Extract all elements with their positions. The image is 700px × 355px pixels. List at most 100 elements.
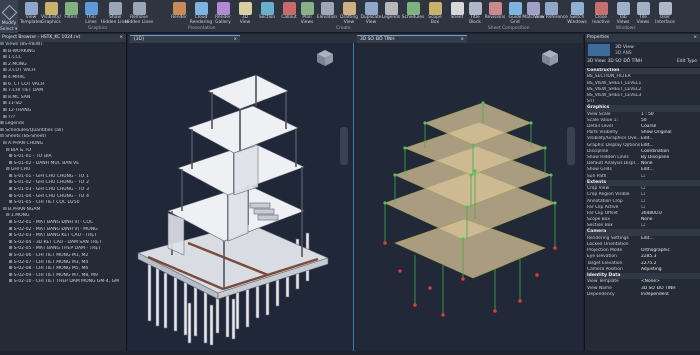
close-icon[interactable]: × (693, 34, 697, 42)
tab-3d[interactable]: {3D} × (130, 35, 240, 43)
tree-item[interactable]: ⊞ 8.MC SAN (0, 95, 127, 102)
ribbon-scope-box-button[interactable]: Scope Box (424, 2, 446, 25)
ribbon-tool-label: Sheet (450, 15, 464, 20)
tree-item[interactable]: ⊟ Sheets (BS-Sheet) (0, 134, 127, 141)
ribbon-switch-windows-button[interactable]: Switch Windows (566, 2, 588, 25)
tree-item[interactable]: ⊞ S-02-07 - CHI TIẾT MÓNG M3, M4 (0, 260, 127, 267)
ribbon-tool-label: Visibility/ Graphics (41, 15, 61, 25)
ribbon-view-reference-button[interactable]: View Reference (534, 2, 568, 21)
tree-item[interactable]: ⊞ Legends (0, 121, 127, 128)
tree-item[interactable]: ⊟ BÌA & TỜ (0, 148, 127, 155)
ribbon-duplicate-view-button[interactable]: Duplicate View (360, 2, 382, 25)
ribbon-revisions-button[interactable]: Revisions (484, 2, 506, 21)
tree-item[interactable]: ⊞ 12-THANG (0, 108, 127, 115)
tree-item[interactable]: ⊞ S-01-03 - GHI CHÚ CHUNG - TỜ 3 (0, 187, 127, 194)
ribbon-tool-label: Close Inactive (592, 15, 610, 25)
tree-item[interactable]: ⊞ 4.MRRC (0, 75, 127, 82)
tree-item[interactable]: ⊟ GHI CHÚ (0, 167, 127, 174)
property-value[interactable]: Adjusting (641, 267, 700, 273)
property-row[interactable]: Sun Path ☐ (585, 174, 700, 180)
tree-item[interactable]: ⊞ 2.MONG (0, 62, 127, 69)
tab-3d-so-do-tinh[interactable]: 3D SƠ ĐỒ TÍNH × (357, 35, 467, 43)
ribbon-thin-lines-button[interactable]: Thin Lines (80, 2, 102, 25)
type-selector[interactable]: 3D View 3D ANS 3D View: 3D SƠ ĐỒ TÍNH Ed… (585, 42, 700, 68)
tree-item[interactable]: ⊞ S-01-01 - TỜ BÌA (0, 154, 127, 161)
edit-type-button[interactable]: Edit Type (677, 59, 697, 64)
ribbon-legends-button[interactable]: Legends (380, 2, 402, 21)
instance-selector[interactable]: 3D View: 3D SƠ ĐỒ TÍNH (587, 59, 642, 64)
tree-item[interactable]: ⊞ S-01-02 - DANH MỤC BẢN VẼ (0, 161, 127, 168)
tree-item[interactable]: ⊞ 7.CHI TIET DAM (0, 88, 127, 95)
ribbon-3d-view-button[interactable]: 3D View (234, 2, 256, 25)
property-value[interactable]: ☐ (641, 223, 700, 229)
ribbon-visibility-graphics-button[interactable]: Visibility/ Graphics (40, 2, 62, 25)
ribbon-tool-label: Filters (64, 15, 78, 20)
viewcube-icon[interactable] (541, 49, 559, 67)
tree-item[interactable]: ⊞ 11-SD (0, 101, 127, 108)
ribbon-tool-label: Drafting View (340, 15, 358, 25)
ribbon-tile-views-button[interactable]: Tile Views (632, 2, 654, 25)
ribbon-filters-button[interactable]: Filters (60, 2, 82, 21)
group-graphics: Graphics (88, 26, 108, 31)
tree-item[interactable]: ⊟ B.PHẦN NGẦM (0, 207, 127, 214)
tree-item[interactable]: ⊞ S-01-05 - CHI TIẾT CỌC D250 (0, 200, 127, 207)
tree-item[interactable]: ⊞ S-01-04 - GHI CHÚ CHUNG - TỜ 4 (0, 194, 127, 201)
ribbon-plan-views-button[interactable]: Plan Views (296, 2, 318, 25)
tree-item[interactable]: ⊞ S-01-01 - GHI CHÚ CHUNG - TỜ 1 (0, 174, 127, 181)
tree-item[interactable]: ⊞ B-WORKING (0, 49, 127, 56)
tree-item[interactable]: ⊞ Schedules/Quantities (all) (0, 128, 127, 135)
ribbon-tool-label: Thin Lines (85, 15, 97, 25)
cloud-rendering-icon (194, 2, 208, 15)
ribbon-user-interface-button[interactable]: User Interface (654, 2, 676, 25)
ribbon-render-button[interactable]: Render (168, 2, 190, 21)
tree-item[interactable]: ⊞ S-02-02 - MẶT BẰNG ĐỊNH VỊ - MÓNG (0, 227, 127, 234)
property-value[interactable]: ☐ (641, 174, 700, 180)
ribbon-tool-label: User Interface (655, 15, 675, 25)
viewcube-icon[interactable] (316, 49, 334, 67)
tree-item[interactable]: ⊞ S-02-10 - CHI TIẾT THÉP DẦM MÓNG GM-4,… (0, 279, 127, 286)
thin-lines-icon (84, 2, 98, 15)
tree-item[interactable]: ⊞ S-02-09 - CHI TIẾT MÓNG M7, M8, M9 (0, 273, 127, 280)
ribbon-section-button[interactable]: Section (256, 2, 278, 21)
ribbon-show-hidden-lines-button[interactable]: Show Hidden Lines (101, 2, 129, 25)
visibility-graphics-icon (44, 2, 58, 15)
property-row[interactable]: Dependency Independent (585, 292, 700, 298)
ribbon-title-block-button[interactable]: Title Block (464, 2, 486, 25)
tree-item[interactable]: ⊞ 6. CT COT VACH (0, 82, 127, 89)
viewport-analytical-model[interactable] (355, 43, 583, 351)
close-icon[interactable]: × (119, 34, 123, 42)
tree-item[interactable]: ⊞ S-02-04 - 3D KẾT CẤU - DẦM SÀN TRỆT (0, 240, 127, 247)
ribbon-schedules-button[interactable]: Schedules (402, 2, 424, 21)
property-value[interactable]: Independent (641, 292, 700, 298)
navigation-bar[interactable] (340, 127, 348, 165)
tree-item[interactable]: ⊟ Views (BS-VIEW) (0, 42, 127, 49)
ribbon-tool-label: Duplicate View (360, 15, 382, 25)
ribbon-tool-label: Tab Views (616, 15, 630, 25)
tree-item[interactable]: ⊞ 1.CCC (0, 55, 127, 62)
ribbon-close-inactive-button[interactable]: Close Inactive (590, 2, 612, 25)
ribbon-tool-label: Section (258, 15, 276, 20)
ribbon-drafting-view-button[interactable]: Drafting View (338, 2, 360, 25)
ribbon-render-gallery-button[interactable]: Render Gallery (212, 2, 234, 25)
tree-item[interactable]: ⊞ S-02-01 - MẶT BẰNG ĐỊNH VỊ - CỌC (0, 220, 127, 227)
tree-item[interactable]: ⊞ S-02-08 - CHI TIẾT MÓNG M5, M6 (0, 266, 127, 273)
ribbon-tool-label: Scope Box (428, 15, 442, 25)
tree-item[interactable]: ⊞ S-01-02 - GHI CHÚ CHUNG - TỜ 2 (0, 180, 127, 187)
ribbon-tab-views-button[interactable]: Tab Views (612, 2, 634, 25)
tree-item[interactable]: ⊞ S-02-03 - MẶT BẰNG KẾT CẤU - TRỆT (0, 233, 127, 240)
properties-panel: Properties × 3D View 3D ANS 3D View: 3D … (584, 34, 700, 351)
elevation-icon (320, 2, 334, 15)
property-value[interactable] (641, 99, 700, 105)
ribbon-elevation-button[interactable]: Elevation (316, 2, 338, 21)
viewport-3d-structure[interactable] (128, 43, 354, 351)
tree-item[interactable]: ⊟ A.PHẦN CHUNG (0, 141, 127, 148)
tree-item[interactable]: ⊟ 1.MÓNG (0, 213, 127, 220)
navigation-bar[interactable] (567, 127, 575, 165)
ribbon-cloud-rendering-button[interactable]: Cloud Rendering (190, 2, 212, 25)
ribbon-view-templates-button[interactable]: View Templates (20, 2, 42, 25)
tree-item[interactable]: ⊞ S-02-05 - MẶT BẰNG THÉP DẦM - TRỆT (0, 246, 127, 253)
tree-item[interactable]: ⊞ S-02-06 - CHI TIẾT MÓNG M1, M2 (0, 253, 127, 260)
tree-item[interactable]: ⊞ ??? (0, 115, 127, 122)
tree-item[interactable]: ⊞ 3.COT VACH (0, 68, 127, 75)
ribbon-remove-hidden-lines-button[interactable]: Remove Hidden Lines (125, 2, 153, 25)
